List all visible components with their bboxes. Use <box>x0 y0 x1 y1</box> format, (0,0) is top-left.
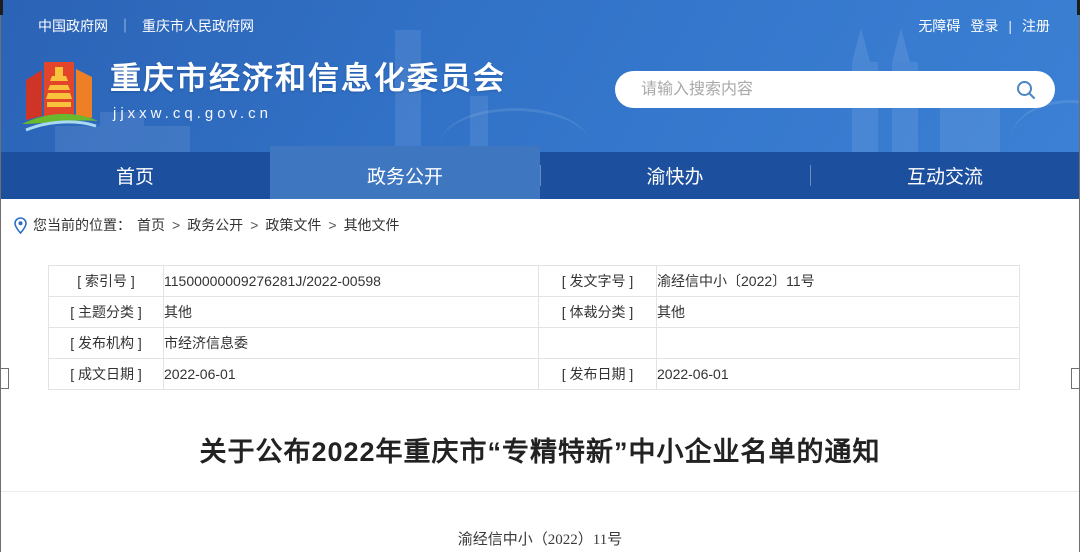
search-box <box>615 71 1055 108</box>
nav-tab-home[interactable]: 首页 <box>0 152 270 199</box>
meta-value-topic-class: 其他 <box>164 297 539 328</box>
meta-label-genre-class: [ 体裁分类 ] <box>539 297 657 328</box>
nav-tab-zhengwu[interactable]: 政务公开 <box>270 146 540 199</box>
topbar: 中国政府网 ｜ 重庆市人民政府网 无障碍 登录 | 注册 <box>0 0 1080 46</box>
meta-label-index-no: [ 索引号 ] <box>49 266 164 297</box>
meta-label-topic-class: [ 主题分类 ] <box>49 297 164 328</box>
topbar-left-links: 中国政府网 ｜ 重庆市人民政府网 <box>38 16 254 36</box>
table-row: [ 索引号 ] 11500000009276281J/2022-00598 [ … <box>49 266 1020 297</box>
meta-value-written-date: 2022-06-01 <box>164 359 539 390</box>
nav-tab-label: 政务公开 <box>367 162 443 189</box>
page: 中国政府网 ｜ 重庆市人民政府网 无障碍 登录 | 注册 <box>0 0 1080 552</box>
site-title: 重庆市经济和信息化委员会 <box>110 62 506 96</box>
meta-value-index-no: 11500000009276281J/2022-00598 <box>164 266 539 297</box>
site-logo-icon <box>18 54 102 146</box>
nav-tab-hudong[interactable]: 互动交流 <box>810 152 1080 199</box>
link-login[interactable]: 登录 <box>970 16 998 36</box>
link-register[interactable]: 注册 <box>1022 16 1050 36</box>
table-row: [ 主题分类 ] 其他 [ 体裁分类 ] 其他 <box>49 297 1020 328</box>
page-title: 关于公布2022年重庆市“专精特新”中小企业名单的通知 <box>0 430 1080 469</box>
breadcrumb-separator: > <box>172 217 180 233</box>
topbar-login-divider: | <box>1008 18 1012 34</box>
meta-label-written-date: [ 成文日期 ] <box>49 359 164 390</box>
link-china-gov[interactable]: 中国政府网 <box>38 16 108 36</box>
topbar-divider: ｜ <box>118 16 132 36</box>
table-row: [ 发布机构 ] 市经济信息委 <box>49 328 1020 359</box>
meta-label-publish-date: [ 发布日期 ] <box>539 359 657 390</box>
search-icon[interactable] <box>1013 77 1039 103</box>
meta-value-publisher: 市经济信息委 <box>164 328 539 359</box>
topbar-right-links: 无障碍 登录 | 注册 <box>918 16 1050 36</box>
breadcrumb-prefix: 您当前的位置： <box>33 215 131 235</box>
site-header-banner: 中国政府网 ｜ 重庆市人民政府网 无障碍 登录 | 注册 <box>0 0 1080 152</box>
screenshot-selection-handle <box>1071 368 1080 389</box>
breadcrumb-item-home[interactable]: 首页 <box>137 215 165 235</box>
nav-tab-label: 渝快办 <box>646 162 703 189</box>
breadcrumb-item-policy-files[interactable]: 政策文件 <box>265 215 321 235</box>
screenshot-selection-handle <box>0 368 9 389</box>
breadcrumb-item-zhengwu[interactable]: 政务公开 <box>187 215 243 235</box>
brand-text: 重庆市经济和信息化委员会 jjxxw.cq.gov.cn <box>110 54 506 122</box>
meta-value-genre-class: 其他 <box>657 297 1020 328</box>
meta-value-empty <box>657 328 1020 359</box>
location-pin-icon <box>14 217 27 234</box>
table-row: [ 成文日期 ] 2022-06-01 [ 发布日期 ] 2022-06-01 <box>49 359 1020 390</box>
site-domain: jjxxw.cq.gov.cn <box>113 105 506 122</box>
breadcrumb-separator: > <box>250 217 258 233</box>
meta-value-doc-no: 渝经信中小〔2022〕11号 <box>657 266 1020 297</box>
meta-value-publish-date: 2022-06-01 <box>657 359 1020 390</box>
nav-divider <box>540 165 541 186</box>
section-divider <box>0 491 1080 492</box>
meta-label-doc-no: [ 发文字号 ] <box>539 266 657 297</box>
site-brand[interactable]: 重庆市经济和信息化委员会 jjxxw.cq.gov.cn <box>18 54 506 146</box>
screenshot-selection-edge <box>0 0 1 552</box>
link-accessibility[interactable]: 无障碍 <box>918 16 960 36</box>
meta-label-empty <box>539 328 657 359</box>
main-nav: 首页 政务公开 渝快办 互动交流 <box>0 152 1080 199</box>
document-meta-table: [ 索引号 ] 11500000009276281J/2022-00598 [ … <box>48 265 1020 390</box>
nav-tab-label: 互动交流 <box>907 162 983 189</box>
link-cq-gov[interactable]: 重庆市人民政府网 <box>142 16 254 36</box>
content-area: 您当前的位置： 首页 > 政务公开 > 政策文件 > 其他文件 [ 索引号 ] … <box>0 199 1080 549</box>
document-number: 渝经信中小（2022）11号 <box>0 528 1080 549</box>
search-input[interactable] <box>639 80 1013 100</box>
breadcrumb-separator: > <box>328 217 336 233</box>
nav-tab-yukuaiban[interactable]: 渝快办 <box>540 152 810 199</box>
nav-tab-label: 首页 <box>116 162 154 189</box>
nav-divider <box>810 165 811 186</box>
breadcrumb-item-other-files[interactable]: 其他文件 <box>344 215 400 235</box>
breadcrumb: 您当前的位置： 首页 > 政务公开 > 政策文件 > 其他文件 <box>0 199 1080 235</box>
meta-label-publisher: [ 发布机构 ] <box>49 328 164 359</box>
screenshot-crop-mark <box>0 0 3 15</box>
